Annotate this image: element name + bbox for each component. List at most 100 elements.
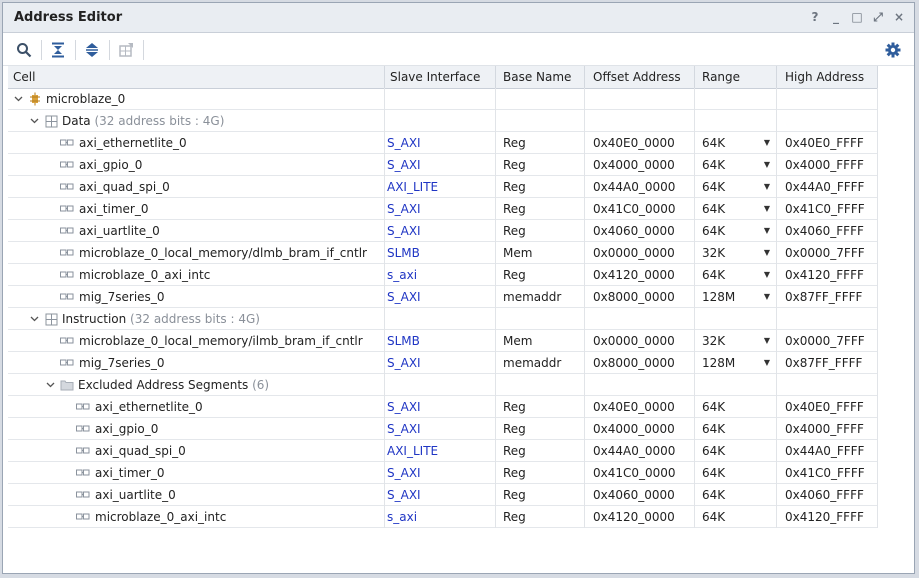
dropdown-arrow-icon[interactable]: ▼ <box>764 242 770 264</box>
table-row[interactable]: axi_uartlite_0 S_AXI Reg 0x4060_0000 64K 0x40… <box>8 484 878 506</box>
offset-address[interactable]: 0x4000_0000 <box>585 154 695 176</box>
tree-data-expander[interactable] <box>28 110 40 132</box>
offset-address[interactable]: 0x41C0_0000 <box>585 198 695 220</box>
range-select[interactable]: 128M ▼ <box>695 352 777 374</box>
offset-address[interactable]: 0x41C0_0000 <box>585 462 695 484</box>
tree-instruction[interactable]: Instruction (32 address bits : 4G) <box>8 308 878 330</box>
offset-address[interactable]: 0x44A0_0000 <box>585 440 695 462</box>
range-select[interactable]: 64K ▼ <box>695 154 777 176</box>
range-select[interactable]: 64K <box>695 462 777 484</box>
high-address: 0x4120_FFFF <box>777 264 878 286</box>
column-header-slave-interface[interactable]: Slave Interface <box>385 66 496 88</box>
column-header-base-name[interactable]: Base Name <box>496 66 585 88</box>
offset-address[interactable]: 0x40E0_0000 <box>585 396 695 418</box>
offset-address[interactable]: 0x8000_0000 <box>585 352 695 374</box>
high-address: 0x87FF_FFFF <box>777 286 878 308</box>
maximize-icon[interactable]: □ <box>850 9 864 25</box>
offset-address[interactable]: 0x0000_0000 <box>585 330 695 352</box>
segment-name: axi_uartlite_0 <box>79 224 160 238</box>
range-select[interactable]: 64K <box>695 484 777 506</box>
range-select[interactable]: 64K ▼ <box>695 220 777 242</box>
table-row[interactable]: mig_7series_0 S_AXI memaddr 0x8000_0000 128M… <box>8 352 878 374</box>
range-select[interactable]: 32K ▼ <box>695 242 777 264</box>
tree-excluded-summary: (6) <box>248 378 270 392</box>
table-row[interactable]: axi_gpio_0 S_AXI Reg 0x4000_0000 64K ▼ 0x4000_… <box>8 154 878 176</box>
tree-instruction-expander[interactable] <box>28 308 40 330</box>
table-row[interactable]: axi_uartlite_0 S_AXI Reg 0x4060_0000 64K ▼ 0x4… <box>8 220 878 242</box>
column-header-range[interactable]: Range <box>695 66 777 88</box>
segment-icon <box>76 444 90 458</box>
table-row[interactable]: microblaze_0_axi_intc s_axi Reg 0x4120_0000… <box>8 506 878 528</box>
dropdown-arrow-icon[interactable]: ▼ <box>764 132 770 154</box>
settings-icon[interactable] <box>884 41 902 59</box>
table-row[interactable]: axi_timer_0 S_AXI Reg 0x41C0_0000 64K 0x41C0_… <box>8 462 878 484</box>
high-address: 0x0000_7FFF <box>777 242 878 264</box>
help-icon[interactable]: ? <box>808 9 822 25</box>
slave-interface: S_AXI <box>385 396 496 418</box>
range-select[interactable]: 64K ▼ <box>695 198 777 220</box>
high-address: 0x41C0_FFFF <box>777 198 878 220</box>
offset-address[interactable]: 0x8000_0000 <box>585 286 695 308</box>
offset-address[interactable]: 0x4120_0000 <box>585 506 695 528</box>
dropdown-arrow-icon[interactable]: ▼ <box>764 330 770 352</box>
tree-instruction-label: Instruction (32 address bits : 4G) <box>62 312 260 326</box>
minimize-icon[interactable]: _ <box>829 9 843 25</box>
table-row[interactable]: axi_quad_spi_0 AXI_LITE Reg 0x44A0_0000 64K ▼… <box>8 176 878 198</box>
offset-address[interactable]: 0x0000_0000 <box>585 242 695 264</box>
table-row[interactable]: axi_quad_spi_0 AXI_LITE Reg 0x44A0_0000 64K 0… <box>8 440 878 462</box>
range-select[interactable]: 32K ▼ <box>695 330 777 352</box>
offset-address[interactable]: 0x44A0_0000 <box>585 176 695 198</box>
expand-all-icon[interactable] <box>83 41 101 59</box>
range-select[interactable]: 64K <box>695 418 777 440</box>
offset-address[interactable]: 0x4060_0000 <box>585 220 695 242</box>
dropdown-arrow-icon[interactable]: ▼ <box>764 154 770 176</box>
slave-interface: s_axi <box>385 264 496 286</box>
range-select[interactable]: 64K ▼ <box>695 132 777 154</box>
tree-root-expander[interactable] <box>12 88 24 110</box>
dropdown-arrow-icon[interactable]: ▼ <box>764 176 770 198</box>
tree-root[interactable]: microblaze_0 <box>8 88 878 110</box>
range-select[interactable]: 64K ▼ <box>695 264 777 286</box>
dropdown-arrow-icon[interactable]: ▼ <box>764 198 770 220</box>
slave-interface: S_AXI <box>385 418 496 440</box>
search-icon[interactable] <box>15 41 33 59</box>
tree-excluded-expander[interactable] <box>44 374 56 396</box>
dropdown-arrow-icon[interactable]: ▼ <box>764 352 770 374</box>
dropdown-arrow-icon[interactable]: ▼ <box>764 220 770 242</box>
column-header-offset-address[interactable]: Offset Address <box>585 66 695 88</box>
tree-excluded[interactable]: Excluded Address Segments (6) <box>8 374 878 396</box>
table-row[interactable]: axi_ethernetlite_0 S_AXI Reg 0x40E0_0000 64K… <box>8 396 878 418</box>
float-icon[interactable]: ⤢ <box>871 9 885 25</box>
high-address: 0x41C0_FFFF <box>777 462 878 484</box>
range-select[interactable]: 64K ▼ <box>695 176 777 198</box>
table-row[interactable]: axi_timer_0 S_AXI Reg 0x41C0_0000 64K ▼ 0x41C0… <box>8 198 878 220</box>
column-header-cell[interactable]: Cell <box>8 66 385 88</box>
offset-address[interactable]: 0x4000_0000 <box>585 418 695 440</box>
table-row[interactable]: mig_7series_0 S_AXI memaddr 0x8000_0000 128M… <box>8 286 878 308</box>
base-name: Reg <box>496 154 585 176</box>
base-name: Reg <box>496 484 585 506</box>
close-icon[interactable]: × <box>892 9 906 25</box>
offset-address[interactable]: 0x4060_0000 <box>585 484 695 506</box>
slave-interface: AXI_LITE <box>385 176 496 198</box>
table-row[interactable]: microblaze_0_axi_intc s_axi Reg 0x4120_0000… <box>8 264 878 286</box>
slave-interface: S_AXI <box>385 352 496 374</box>
offset-address[interactable]: 0x4120_0000 <box>585 264 695 286</box>
table-row[interactable]: microblaze_0_local_memory/dlmb_bram_if_c… <box>8 242 878 264</box>
segment-name: microblaze_0_axi_intc <box>95 510 227 524</box>
table-row[interactable]: axi_gpio_0 S_AXI Reg 0x4000_0000 64K 0x4000_F… <box>8 418 878 440</box>
range-select[interactable]: 64K <box>695 506 777 528</box>
collapse-all-icon[interactable] <box>49 41 67 59</box>
segment-icon <box>76 400 90 414</box>
table-row[interactable]: microblaze_0_local_memory/ilmb_bram_if_c… <box>8 330 878 352</box>
dropdown-arrow-icon[interactable]: ▼ <box>764 286 770 308</box>
tree-data[interactable]: Data (32 address bits : 4G) <box>8 110 878 132</box>
column-header-high-address[interactable]: High Address <box>777 66 878 88</box>
range-select[interactable]: 128M ▼ <box>695 286 777 308</box>
high-address: 0x40E0_FFFF <box>777 396 878 418</box>
offset-address[interactable]: 0x40E0_0000 <box>585 132 695 154</box>
range-select[interactable]: 64K <box>695 396 777 418</box>
dropdown-arrow-icon[interactable]: ▼ <box>764 264 770 286</box>
table-row[interactable]: axi_ethernetlite_0 S_AXI Reg 0x40E0_0000 64K… <box>8 132 878 154</box>
range-select[interactable]: 64K <box>695 440 777 462</box>
